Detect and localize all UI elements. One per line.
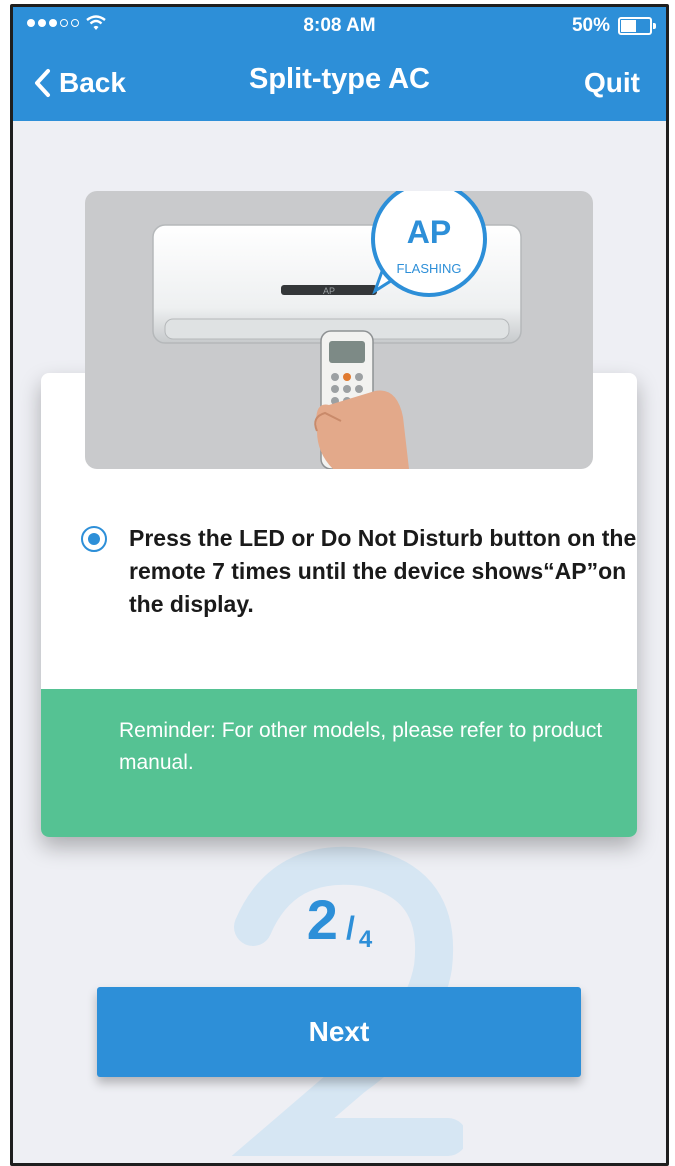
ac-remote-illustration: AP AP FLASHING [152, 191, 522, 469]
navigation-bar: Back Split-type AC Quit [13, 57, 666, 113]
next-button[interactable]: Next [97, 987, 581, 1077]
phone-screen: 8:08 AM 50% Back Split-type AC Quit Remi… [10, 4, 669, 1166]
reminder-banner: Reminder: For other models, please refer… [41, 689, 637, 837]
quit-button[interactable]: Quit [584, 67, 640, 99]
instruction-option[interactable]: Press the LED or Do Not Disturb button o… [81, 522, 641, 621]
battery-icon [618, 17, 656, 35]
step-current: 2 [306, 888, 338, 951]
ap-bubble-text: AP [407, 214, 451, 250]
battery-status: 50% [571, 15, 656, 37]
step-separator: / [345, 910, 355, 946]
ac-illustration: AP AP FLASHING [85, 191, 593, 469]
radio-selected-icon[interactable] [81, 526, 107, 552]
reminder-text: Reminder: For other models, please refer… [119, 719, 603, 774]
battery-percent: 50% [571, 15, 610, 36]
step-total: 4 [358, 926, 373, 953]
ac-display-text: AP [323, 286, 335, 296]
step-indicator: 2/4 [13, 887, 666, 953]
instruction-text: Press the LED or Do Not Disturb button o… [129, 525, 637, 617]
status-bar: 8:08 AM 50% [13, 13, 666, 43]
flashing-bubble-text: FLASHING [396, 261, 461, 276]
header-bar: 8:08 AM 50% Back Split-type AC Quit [13, 7, 666, 121]
page-title: Split-type AC [249, 63, 430, 95]
status-time: 8:08 AM [303, 15, 376, 36]
